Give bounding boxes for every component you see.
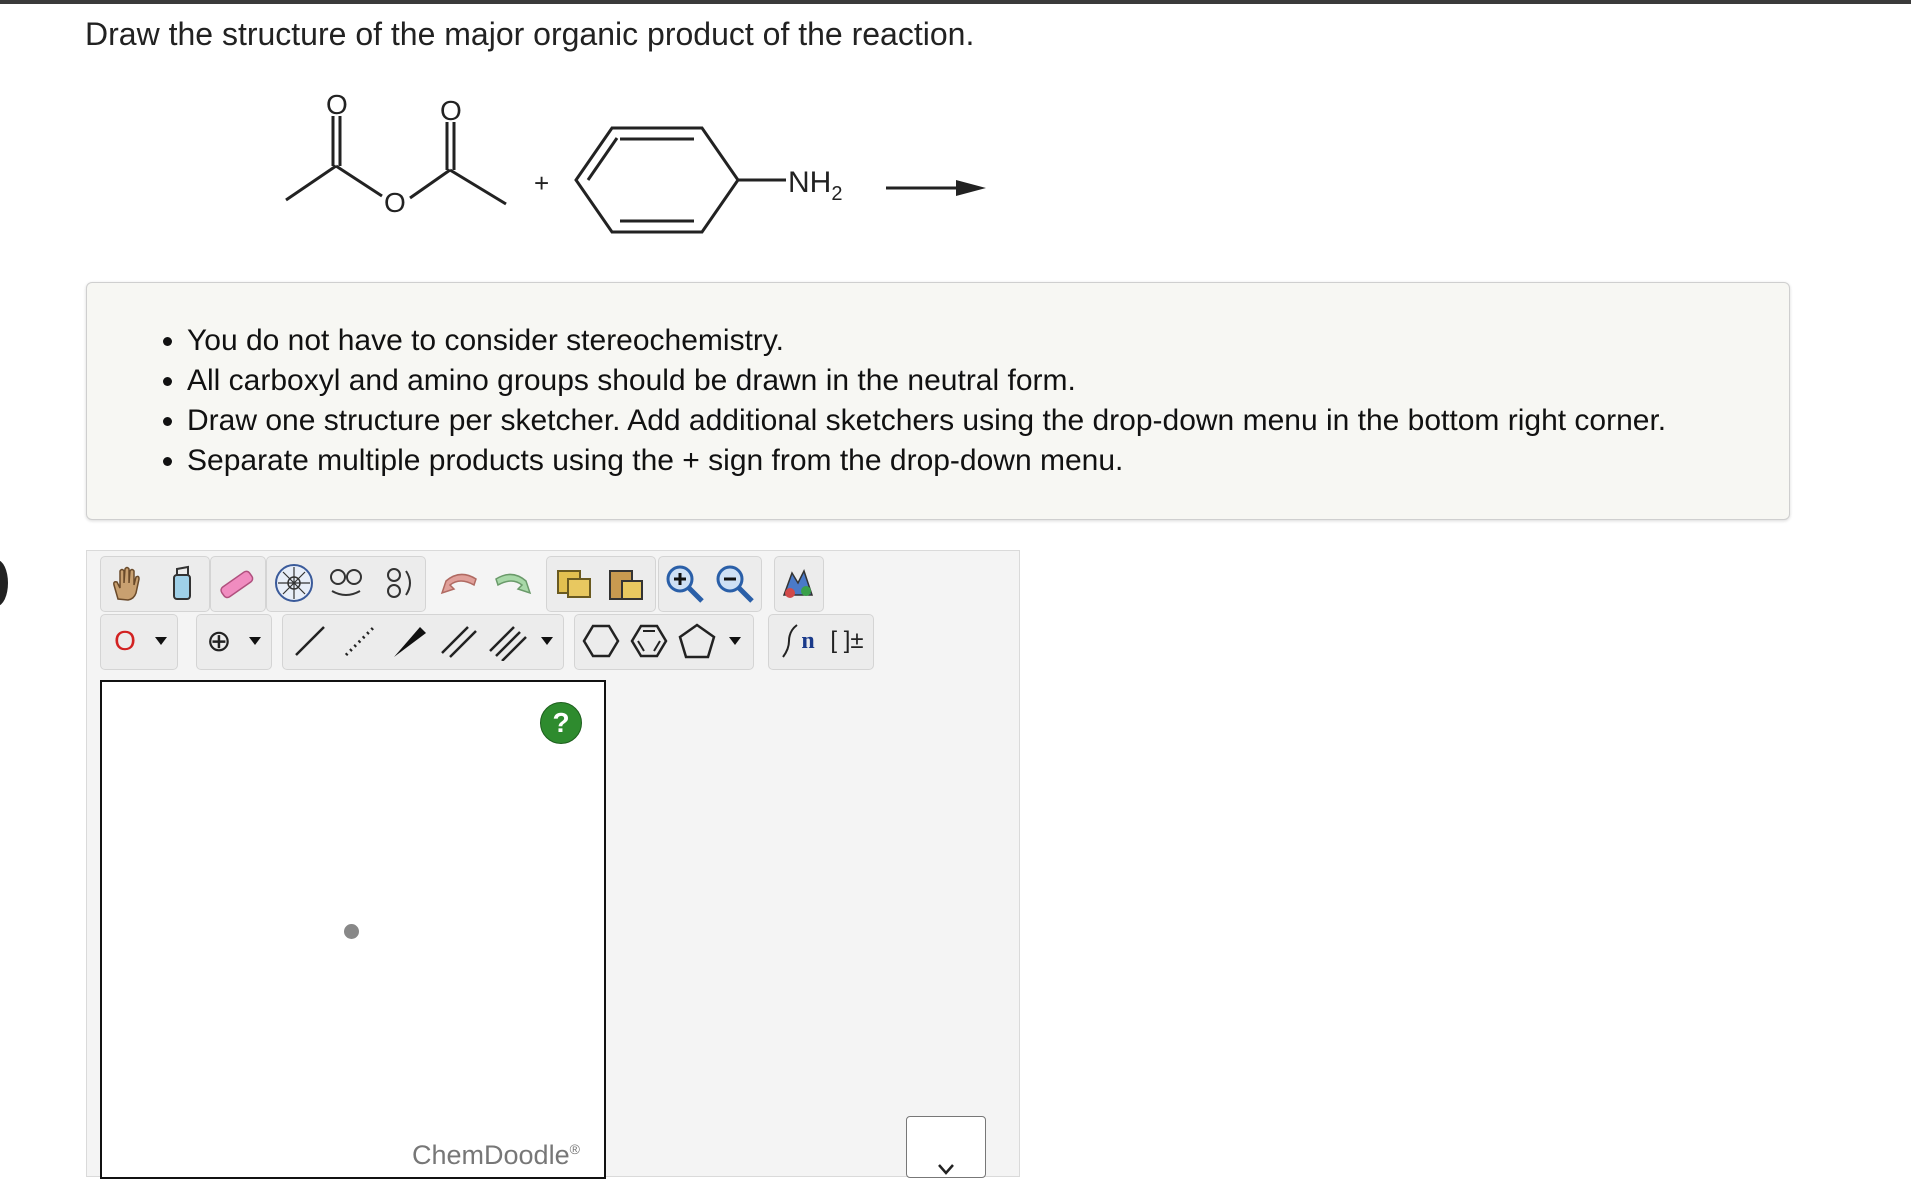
triple-bond-icon[interactable] [484,614,532,668]
bracket-charge-label: [ ]± [830,627,864,654]
undo-icon[interactable] [434,556,486,610]
chevron-down-icon[interactable] [722,614,748,668]
reaction-arrow [886,180,986,196]
instructions-box: You do not have to consider stereochemis… [86,282,1790,520]
ether-oxygen: O [384,187,406,218]
cyclohexane-icon[interactable] [578,614,624,668]
chevron-down-icon[interactable] [242,614,268,668]
charge-button[interactable]: ⊕ [198,614,240,668]
clean-icon[interactable] [772,556,824,610]
bracket-charge-button[interactable]: [ ]± [822,614,872,668]
flip-horizontal-icon[interactable] [320,556,372,610]
chevron-down-icon [938,1164,954,1175]
copy-icon[interactable] [548,556,600,610]
atom-oxygen-label: O [114,625,136,656]
chevron-down-icon[interactable] [534,614,560,668]
repeat-unit-button[interactable]: n [772,614,822,668]
hand-icon[interactable] [100,556,152,610]
zoom-in-icon[interactable] [658,556,710,610]
help-button[interactable]: ? [540,702,582,744]
chevron-down-icon[interactable] [148,614,174,668]
cyclopentane-icon[interactable] [674,614,720,668]
repeat-unit-label: n [801,627,815,654]
instruction-item: Separate multiple products using the + s… [187,441,1789,481]
flip-vertical-icon[interactable] [372,556,424,610]
single-bond-icon[interactable] [286,614,334,668]
sgroup-icon [782,624,798,658]
redo-icon[interactable] [486,556,538,610]
reaction-scheme: O O O + NH2 [285,89,986,234]
hashed-bond-icon[interactable] [336,614,384,668]
chemdoodle-brand: ChemDoodle® [412,1140,580,1170]
zoom-out-icon[interactable] [708,556,760,610]
side-tab-handle[interactable] [0,560,8,606]
amine-group: NH2 [788,166,842,205]
atom-oxygen-button[interactable]: O [104,614,146,668]
eraser-icon[interactable] [210,556,262,610]
paste-icon[interactable] [600,556,652,610]
aniline-ring [574,126,786,234]
canvas-cursor-dot [344,924,359,939]
instruction-item: All carboxyl and amino groups should be … [187,361,1789,401]
benzene-icon[interactable] [626,614,672,668]
carbonyl-oxygen-2: O [440,95,462,126]
center-icon[interactable] [268,556,320,610]
double-bond-icon[interactable] [434,614,482,668]
instruction-item: You do not have to consider stereochemis… [187,321,1789,361]
plus-sign: + [534,168,549,198]
top-border [0,0,1911,4]
charge-label: ⊕ [206,624,232,658]
clear-icon[interactable] [156,556,208,610]
wedge-bond-icon[interactable] [386,614,434,668]
question-prompt: Draw the structure of the major organic … [85,16,975,52]
carbonyl-oxygen-1: O [326,89,348,120]
instruction-item: Draw one structure per sketcher. Add add… [187,401,1789,441]
